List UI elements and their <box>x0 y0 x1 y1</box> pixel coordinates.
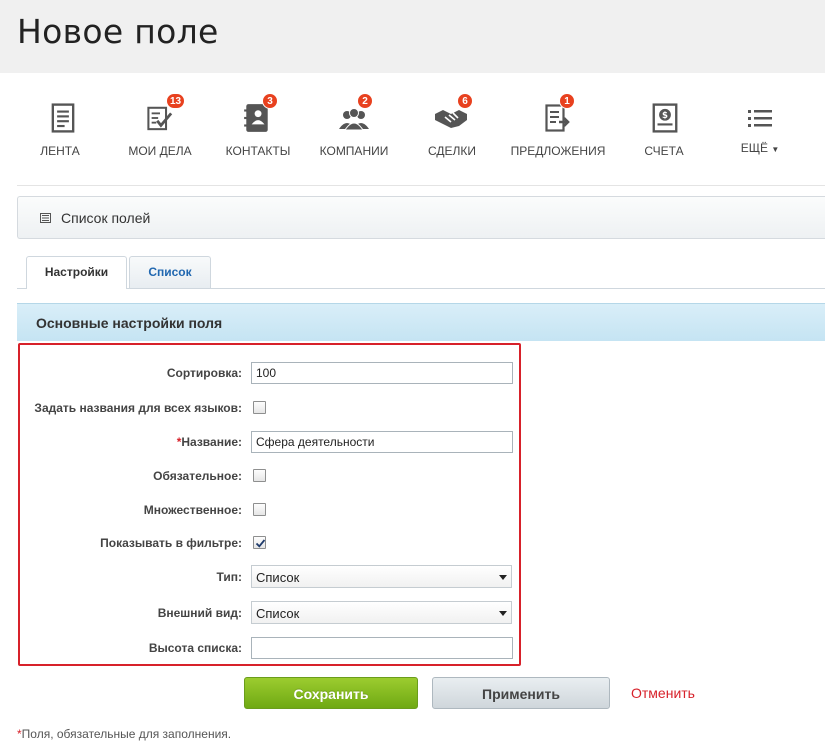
form-row-appearance: Внешний вид: Список <box>20 601 523 625</box>
dropdown-arrow-icon <box>499 575 507 580</box>
section-title: Основные настройки поля <box>36 315 223 331</box>
show-in-filter-label: Показывать в фильтре: <box>100 536 242 550</box>
toolbar-label: КОНТАКТЫ <box>225 144 291 158</box>
form-row-multiple: Множественное: <box>20 498 523 522</box>
toolbar-item-feed[interactable]: ЛЕНТА <box>30 73 90 186</box>
show-in-filter-checkbox[interactable] <box>253 536 266 549</box>
toolbar-item-more[interactable]: ЕЩЁ ▼ <box>732 73 788 186</box>
appearance-select-value: Список <box>256 606 300 621</box>
tab-list[interactable]: Список <box>129 256 211 288</box>
required-footnote: *Поля, обязательные для заполнения. <box>17 727 232 741</box>
settings-form: Сортировка: Задать названия для всех язы… <box>18 343 521 666</box>
feed-icon <box>51 103 75 133</box>
save-button[interactable]: Сохранить <box>244 677 418 709</box>
mandatory-label: Обязательное: <box>153 469 242 483</box>
companies-badge: 2 <box>357 93 373 109</box>
tasks-badge: 13 <box>166 93 186 109</box>
toolbar-label: КОМПАНИИ <box>319 144 389 158</box>
form-row-all-languages: Задать названия для всех языков: <box>20 396 523 420</box>
toolbar-label: СДЕЛКИ <box>427 144 477 158</box>
menu-list-icon <box>748 110 772 127</box>
form-row-name: *Название: <box>20 430 523 454</box>
deals-badge: 6 <box>457 93 473 109</box>
toolbar-label: МОИ ДЕЛА <box>128 144 192 158</box>
caret-down-icon: ▼ <box>771 145 780 154</box>
toolbar-more-label: ЕЩЁ ▼ <box>740 141 780 155</box>
cancel-link[interactable]: Отменить <box>631 685 695 701</box>
toolbar-label: ПРЕДЛОЖЕНИЯ <box>510 144 606 158</box>
fields-list-link[interactable]: Список полей <box>61 210 150 226</box>
checkmark-icon <box>255 539 266 548</box>
sort-input[interactable] <box>251 362 513 384</box>
form-row-sort: Сортировка: <box>20 361 523 385</box>
type-select[interactable]: Список <box>251 565 512 588</box>
toolbar-label: ЛЕНТА <box>40 144 80 158</box>
name-input[interactable] <box>251 431 513 453</box>
toolbar-item-deals[interactable]: 6 СДЕЛКИ <box>421 73 483 186</box>
dropdown-arrow-icon <box>499 611 507 616</box>
toolbar-item-quotes[interactable]: 1 ПРЕДЛОЖЕНИЯ <box>507 73 609 186</box>
form-row-list-height: Высота списка: <box>20 636 523 660</box>
invoices-icon: $ <box>652 103 678 133</box>
toolbar-item-invoices[interactable]: $ СЧЕТА <box>638 73 690 186</box>
crm-toolbar: ЛЕНТА 13 МОИ ДЕЛА 3 КОНТАКТЫ 2 КОМПАНИИ … <box>17 73 825 186</box>
form-row-mandatory: Обязательное: <box>20 464 523 488</box>
appearance-select[interactable]: Список <box>251 601 512 624</box>
quotes-badge: 1 <box>559 93 575 109</box>
list-height-label: Высота списка: <box>148 641 242 655</box>
multiple-label: Множественное: <box>143 503 242 517</box>
form-row-show-in-filter: Показывать в фильтре: <box>20 531 523 555</box>
list-icon <box>40 213 51 223</box>
toolbar-item-contacts[interactable]: 3 КОНТАКТЫ <box>220 73 296 186</box>
all-languages-label: Задать названия для всех языков: <box>34 401 242 415</box>
toolbar-item-companies[interactable]: 2 КОМПАНИИ <box>315 73 393 186</box>
fields-list-panel[interactable]: Список полей <box>17 196 825 239</box>
section-header: Основные настройки поля <box>17 303 825 341</box>
form-row-type: Тип: Список <box>20 565 523 589</box>
mandatory-checkbox[interactable] <box>253 469 266 482</box>
page-header: Новое поле <box>0 0 825 73</box>
contacts-badge: 3 <box>262 93 278 109</box>
all-languages-checkbox[interactable] <box>253 401 266 414</box>
appearance-label: Внешний вид: <box>157 606 242 620</box>
type-label: Тип: <box>216 570 243 584</box>
type-select-value: Список <box>256 570 300 585</box>
page-title: Новое поле <box>17 12 219 51</box>
name-label: *Название: <box>176 435 242 449</box>
tab-settings[interactable]: Настройки <box>26 256 127 289</box>
list-height-input[interactable] <box>251 637 513 659</box>
toolbar-item-tasks[interactable]: 13 МОИ ДЕЛА <box>121 73 199 186</box>
apply-button[interactable]: Применить <box>432 677 610 709</box>
multiple-checkbox[interactable] <box>253 503 266 516</box>
toolbar-label: СЧЕТА <box>644 144 684 158</box>
tabs-divider <box>17 288 825 289</box>
sort-label: Сортировка: <box>166 366 242 380</box>
svg-text:$: $ <box>662 111 668 121</box>
